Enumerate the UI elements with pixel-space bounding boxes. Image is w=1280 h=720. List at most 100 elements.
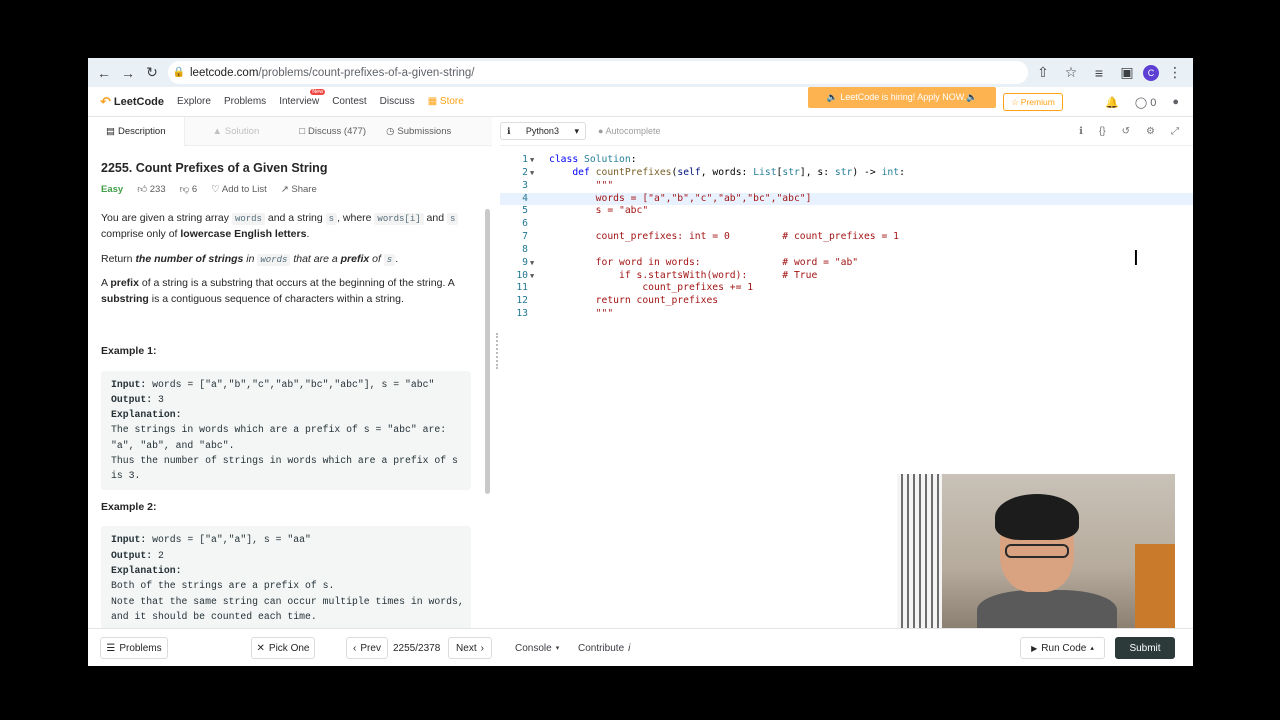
autocomplete-toggle[interactable]: ● Autocomplete bbox=[598, 126, 661, 136]
pick-one-button[interactable]: ✕ Pick One bbox=[251, 637, 315, 659]
nav-problems[interactable]: Problems bbox=[224, 96, 266, 107]
screen: ← → ↻ 🔒 leetcode.com/problems/count-pref… bbox=[88, 58, 1193, 666]
reset-icon[interactable]: ↺ bbox=[1122, 126, 1130, 137]
text: and a string bbox=[264, 212, 326, 224]
text-cursor-icon: I bbox=[1133, 246, 1139, 270]
settings-icon[interactable]: ⚙ bbox=[1146, 126, 1155, 137]
code-line: 9 ▼ for word in words: # word = "ab" bbox=[500, 257, 1193, 270]
pick-one-label: Pick One bbox=[268, 642, 310, 654]
share-button[interactable]: ↗ Share bbox=[281, 183, 317, 197]
list-icon: ☰ bbox=[106, 642, 116, 654]
fold-arrow-icon[interactable]: ▼ bbox=[530, 259, 534, 267]
leetcode-logo[interactable]: ↶ LeetCode bbox=[100, 94, 164, 110]
code-line: 11 count_prefixes += 1 bbox=[500, 282, 1193, 295]
description-paragraph-2: Return the number of strings in words th… bbox=[101, 252, 473, 268]
dislike-button[interactable]: 👎︎ 6 bbox=[180, 183, 198, 197]
reading-list-icon[interactable]: ≡ bbox=[1087, 58, 1111, 87]
contribute-link[interactable]: Contribute i bbox=[578, 637, 630, 659]
inline-code: words bbox=[231, 213, 265, 225]
tab-solution[interactable]: ▲ Solution bbox=[205, 117, 268, 146]
profile-avatar[interactable]: C bbox=[1143, 64, 1159, 81]
tab-description[interactable]: ▤ Description bbox=[88, 116, 185, 146]
difficulty-badge: Easy bbox=[101, 183, 124, 195]
italic-text: that are a bbox=[290, 252, 341, 265]
console-toggle[interactable]: Console ▾ bbox=[515, 637, 559, 659]
menu-dots-icon[interactable]: ⋮ bbox=[1163, 58, 1187, 87]
fullscreen-icon[interactable]: ⤢ bbox=[1171, 126, 1179, 137]
chevron-up-icon: ▴ bbox=[1090, 645, 1094, 652]
tab-discuss[interactable]: □ Discuss (477) bbox=[291, 117, 374, 146]
bold-text: prefix bbox=[110, 277, 139, 290]
prev-button[interactable]: ‹ Prev bbox=[346, 637, 388, 659]
code-text: """ bbox=[595, 179, 614, 191]
back-arrow-icon[interactable]: ← bbox=[92, 58, 116, 87]
bookmark-star-icon[interactable]: ☆ bbox=[1059, 58, 1083, 87]
code-line: 8 bbox=[500, 244, 1193, 257]
contribute-label: Contribute bbox=[578, 642, 625, 654]
dot-icon: ● bbox=[598, 126, 604, 136]
nav-contest[interactable]: Contest bbox=[332, 96, 366, 107]
nav-user-icons: 🔔 ◯ 0 ● bbox=[1105, 87, 1179, 117]
run-code-button[interactable]: ▶ Run Code ▴ bbox=[1020, 637, 1105, 659]
problems-button[interactable]: ☰ Problems bbox=[100, 637, 168, 659]
inline-code: s bbox=[447, 213, 459, 225]
info-icon[interactable]: ℹ bbox=[1079, 126, 1083, 137]
tab-solution-label: Solution bbox=[224, 125, 260, 137]
hiring-banner[interactable]: 🔈 LeetCode is hiring! Apply NOW.🔈 bbox=[808, 87, 996, 108]
forward-arrow-icon[interactable]: → bbox=[116, 58, 140, 87]
premium-button[interactable]: ☆ Premium bbox=[1003, 93, 1063, 111]
clock-icon: ◷ bbox=[386, 125, 395, 137]
problem-index: 2255/2378 bbox=[393, 642, 441, 654]
sidebar-icon[interactable]: ▣ bbox=[1115, 58, 1139, 87]
notification-bell-icon[interactable]: 🔔 bbox=[1105, 96, 1119, 109]
add-to-list-button[interactable]: ♡ Add to List bbox=[211, 183, 267, 197]
code-line: 10 ▼ if s.startsWith(word): # True bbox=[500, 270, 1193, 283]
new-badge: New bbox=[310, 89, 326, 95]
nav-explore[interactable]: Explore bbox=[177, 96, 211, 107]
site-navbar: ↶ LeetCode Explore Problems Interview New … bbox=[88, 87, 1193, 117]
tab-submissions[interactable]: ◷ Submissions bbox=[378, 117, 459, 146]
code-text: def countPrefixes(self, words: List[str]… bbox=[572, 166, 905, 178]
reload-icon[interactable]: ↻ bbox=[140, 58, 164, 87]
output-value: 3 bbox=[152, 393, 164, 405]
bold-text: substring bbox=[101, 293, 149, 305]
fire-icon: ◯ bbox=[1134, 96, 1148, 109]
share-label: Share bbox=[291, 183, 317, 195]
pane-resize-handle[interactable] bbox=[495, 117, 499, 628]
line-number: 7 bbox=[522, 231, 528, 243]
info-icon: ℹ bbox=[507, 125, 511, 136]
points-counter[interactable]: ◯ 0 bbox=[1135, 96, 1157, 109]
braces-icon[interactable]: {} bbox=[1099, 126, 1106, 137]
fold-arrow-icon[interactable]: ▼ bbox=[530, 156, 534, 164]
explanation-text: Both of the strings are a prefix of s. N… bbox=[111, 580, 464, 622]
problems-label: Problems bbox=[119, 642, 162, 654]
like-count: 233 bbox=[149, 183, 166, 195]
code-text: count_prefixes += 1 bbox=[549, 282, 754, 294]
next-button[interactable]: Next › bbox=[448, 637, 492, 659]
submit-button[interactable]: Submit bbox=[1115, 637, 1175, 659]
address-bar[interactable]: 🔒 leetcode.com/problems/count-prefixes-o… bbox=[168, 61, 1028, 84]
code-line-current: 4 words = ["a","b","c","ab","bc","abc"] bbox=[500, 192, 1193, 206]
browser-actions: ⇧ ☆ ≡ ▣ C ⋮ bbox=[1031, 58, 1187, 87]
share-icon[interactable]: ⇧ bbox=[1031, 58, 1055, 87]
scrollbar[interactable] bbox=[485, 209, 490, 494]
code-area[interactable]: 1 ▼ class Solution: 2 ▼ def countPrefixes(s… bbox=[500, 154, 1193, 321]
problem-content: 2255. Count Prefixes of a Given String E… bbox=[101, 146, 473, 628]
fold-arrow-icon[interactable]: ▼ bbox=[530, 169, 534, 177]
like-button[interactable]: 👍︎ 233 bbox=[137, 183, 165, 197]
webcam-person-body bbox=[977, 590, 1117, 630]
nav-store[interactable]: ▦ Store bbox=[428, 96, 464, 107]
nav-interview[interactable]: Interview New bbox=[279, 89, 326, 107]
nav-discuss[interactable]: Discuss bbox=[380, 96, 415, 107]
language-value: Python3 bbox=[525, 126, 559, 136]
info-icon: i bbox=[628, 642, 631, 654]
language-select[interactable]: ℹ Python3 ▾ bbox=[500, 122, 586, 140]
fold-arrow-icon[interactable]: ▼ bbox=[530, 272, 534, 280]
webcam-shelf bbox=[1135, 544, 1175, 630]
bold-italic-text: the number of strings bbox=[135, 252, 244, 265]
text: A bbox=[101, 277, 111, 290]
code-line: 6 bbox=[500, 218, 1193, 231]
text: comprise only of bbox=[101, 227, 181, 240]
user-avatar-icon[interactable]: ● bbox=[1172, 96, 1179, 108]
code-line: 7 count_prefixes: int = 0 # count_prefix… bbox=[500, 231, 1193, 244]
